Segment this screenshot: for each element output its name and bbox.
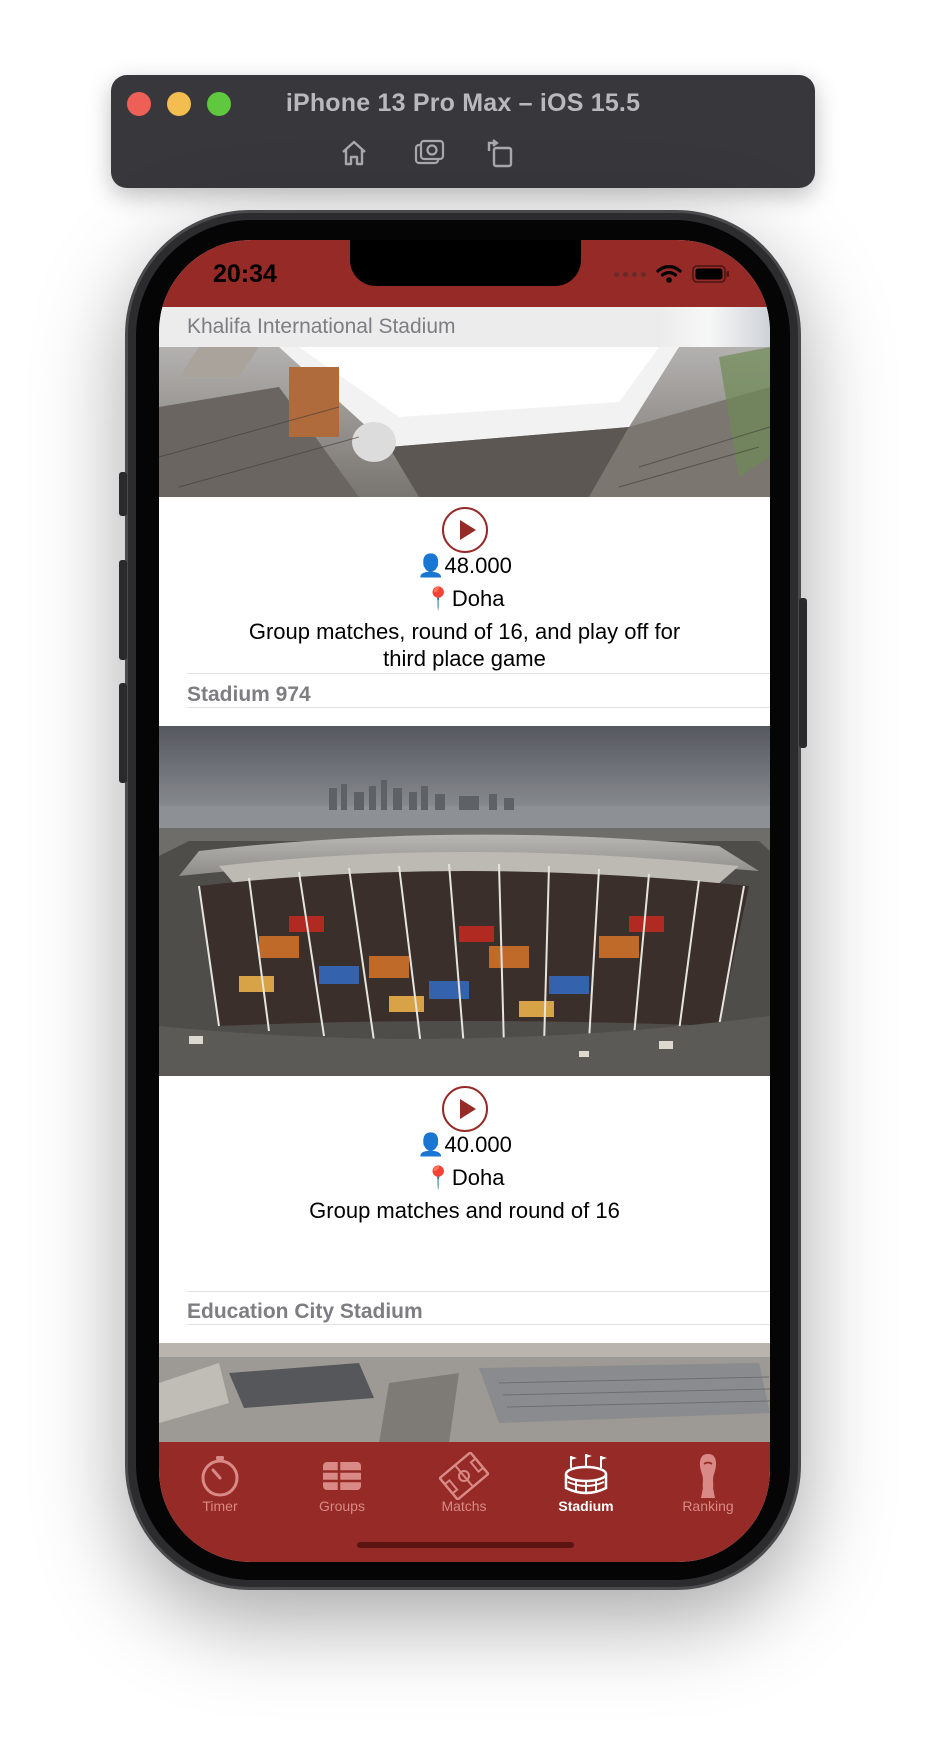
stadium-image [159,726,770,1076]
tab-timer[interactable]: Timer [159,1442,281,1532]
tab-label: Ranking [682,1498,734,1514]
tab-label: Matchs [441,1498,487,1514]
status-bar: 20:34 [159,240,770,307]
volume-up-button [119,560,127,660]
section-header: Education City Stadium [187,1284,770,1325]
phone-screen: 20:34 Khalifa International Stadium 👤48.… [159,240,770,1562]
tab-groups[interactable]: Groups [281,1442,403,1532]
notch [350,240,581,286]
stadium-description: Group matches, round of 16, and play off… [248,619,681,671]
tab-matchs[interactable]: Matchs [403,1442,525,1532]
city-value: Doha [451,586,505,611]
pin-icon: 📍 [424,1165,452,1190]
capacity-value: 40.000 [444,1132,512,1157]
rotate-icon[interactable] [483,137,517,169]
stadium-image [159,347,770,497]
city-value: Doha [451,1165,505,1190]
section-header: Stadium 974 [187,667,770,708]
pin-icon: 📍 [424,586,452,611]
stadium-icon [561,1452,611,1500]
play-video-button[interactable] [442,507,488,553]
stadium-name: Education City Stadium [187,1300,423,1323]
stadium-image [159,1343,770,1442]
tab-label: Timer [202,1498,238,1514]
pitch-icon [437,1450,491,1502]
play-video-button[interactable] [442,1086,488,1132]
stadium-name: Khalifa International Stadium [187,315,456,338]
stadium-name: Stadium 974 [187,683,311,706]
section-header: Khalifa International Stadium [159,307,770,347]
battery-icon [692,265,729,283]
trophy-icon [683,1452,733,1500]
person-icon: 👤 [417,553,445,578]
capacity-value: 48.000 [444,553,512,578]
simulator-window-bar: iPhone 13 Pro Max – iOS 15.5 [111,75,815,188]
home-indicator[interactable] [357,1542,574,1548]
signal-icon [614,271,646,277]
location-line: 📍Doha [159,586,770,612]
volume-down-button [119,683,127,783]
stopwatch-icon [195,1452,245,1500]
person-icon: 👤 [417,1132,445,1157]
stadium-description: Group matches and round of 16 [309,1198,620,1223]
screenshot-icon[interactable] [413,137,447,169]
tab-label: Stadium [558,1498,614,1514]
status-time: 20:34 [213,260,277,288]
wifi-icon [656,265,682,283]
tab-label: Groups [319,1498,365,1514]
grid-icon [317,1452,367,1500]
tab-stadium[interactable]: Stadium [525,1442,647,1532]
mute-switch [119,472,127,516]
tab-ranking[interactable]: Ranking [647,1442,769,1532]
capacity-line: 👤40.000 [159,1132,770,1158]
location-line: 📍Doha [159,1165,770,1191]
simulator-title: iPhone 13 Pro Max – iOS 15.5 [285,89,641,117]
power-button [799,598,807,748]
stadium-list[interactable]: Khalifa International Stadium 👤48.000 📍D… [159,307,770,1442]
capacity-line: 👤48.000 [159,553,770,579]
home-icon[interactable] [337,137,371,169]
